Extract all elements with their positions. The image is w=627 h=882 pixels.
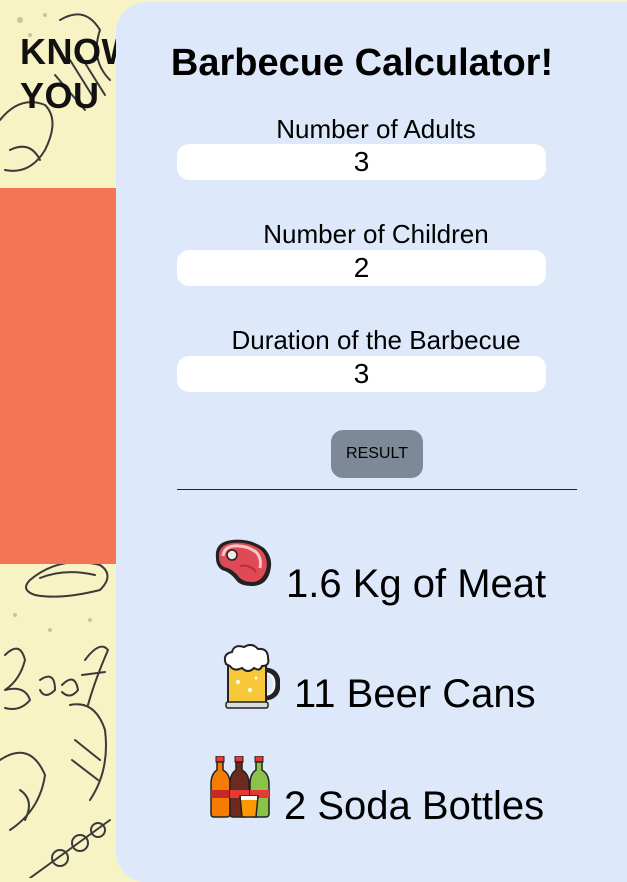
calculator-title: Barbecue Calculator! [170,42,554,84]
result-button[interactable]: RESULT [331,430,423,478]
meat-result-text: 1.6 Kg of Meat [286,562,547,606]
result-meat: 1.6 Kg of Meat [116,532,627,612]
children-label: Number of Children [263,219,489,249]
divider [177,489,577,490]
meat-steak-icon [215,539,272,586]
beer-result-text: 11 Beer Cans [294,672,536,716]
beer-mug-icon [223,644,280,709]
result-soda: 2 Soda Bottles [116,754,627,834]
result-beer: 11 Beer Cans [116,642,627,722]
adults-input[interactable] [177,144,546,180]
children-input[interactable] [177,250,546,286]
duration-input[interactable] [177,356,546,392]
calculator-card: Barbecue Calculator! Number of Adults Nu… [116,2,627,882]
accent-panel [0,188,116,564]
duration-label: Duration of the Barbecue [231,325,521,355]
soda-result-text: 2 Soda Bottles [284,784,545,828]
soda-bottles-icon [210,756,270,818]
adults-label: Number of Adults [276,114,476,144]
